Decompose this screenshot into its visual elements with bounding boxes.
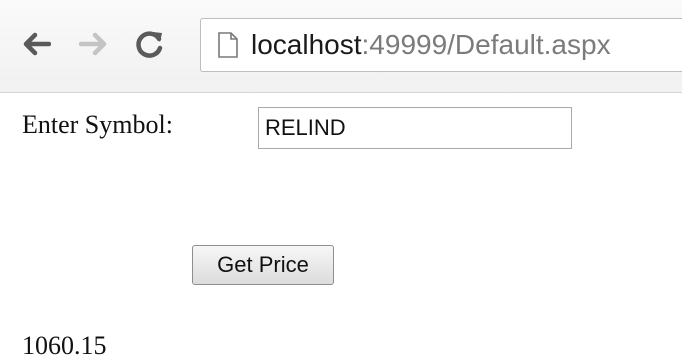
browser-toolbar: localhost:49999/Default.aspx bbox=[0, 0, 682, 93]
get-price-button[interactable]: Get Price bbox=[192, 245, 334, 285]
url-host: localhost bbox=[251, 29, 362, 60]
forward-arrow-icon bbox=[79, 32, 107, 56]
symbol-label: Enter Symbol: bbox=[22, 110, 173, 139]
forward-button[interactable] bbox=[72, 22, 116, 66]
address-bar[interactable]: localhost:49999/Default.aspx bbox=[200, 18, 682, 72]
url-text[interactable]: localhost:49999/Default.aspx bbox=[251, 28, 611, 62]
back-button[interactable] bbox=[14, 22, 58, 66]
back-arrow-icon bbox=[23, 32, 51, 56]
page-icon bbox=[218, 32, 238, 58]
symbol-input[interactable] bbox=[258, 107, 572, 149]
price-result: 1060.15 bbox=[22, 331, 107, 360]
reload-button[interactable] bbox=[128, 22, 172, 66]
reload-icon bbox=[136, 31, 163, 58]
url-path: :49999/Default.aspx bbox=[361, 29, 611, 60]
